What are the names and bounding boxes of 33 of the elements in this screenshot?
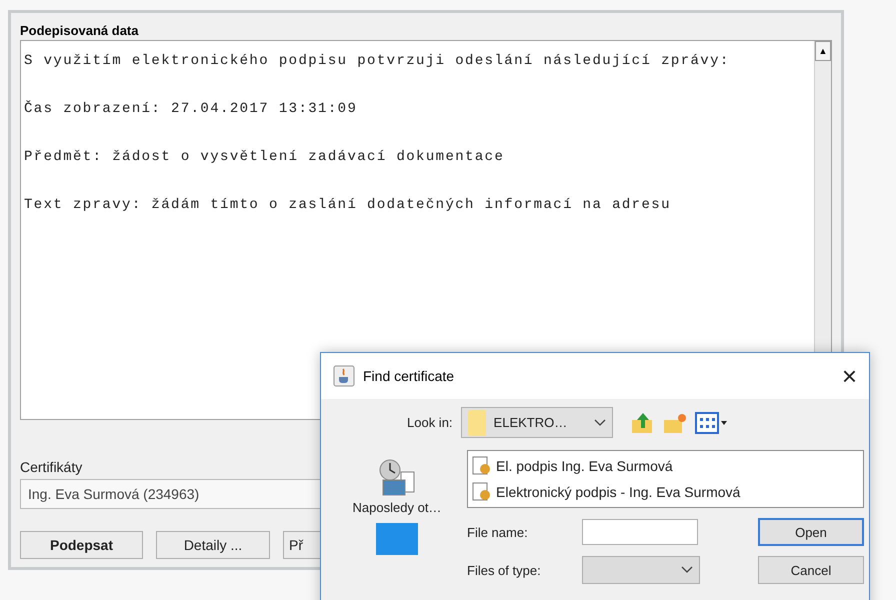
file-item[interactable]: Elektronický podpis - Ing. Eva Surmová	[496, 484, 740, 500]
open-button[interactable]: Open	[758, 518, 864, 546]
dialog-button[interactable]: Podepsat	[20, 531, 143, 559]
section-title: Podepisovaná data	[20, 23, 140, 38]
message-line: Předmět: žádost o vysvětlení zadávací dokumentace	[24, 149, 504, 165]
look-in-dropdown[interactable]: ELEKTRO…	[460, 407, 613, 438]
clock-document-icon	[376, 458, 417, 498]
caret-icon	[681, 566, 693, 574]
files-of-type-dropdown[interactable]	[582, 556, 700, 584]
certificate-icon	[472, 456, 492, 476]
caret-icon	[594, 418, 606, 426]
dialog-button[interactable]: Detaily ...	[156, 531, 270, 559]
file-name-field[interactable]	[582, 519, 698, 545]
look-in-label: Look in:	[407, 415, 453, 430]
certificates-label: Certifikáty	[20, 459, 82, 475]
place-shortcut[interactable]: Naposledy ot…	[352, 458, 442, 515]
file-name-label: File name:	[467, 524, 529, 540]
files-of-type-label: Files of type:	[467, 562, 542, 578]
close-button[interactable]: ×	[842, 363, 857, 389]
folder-icon	[468, 410, 486, 436]
file-item[interactable]: El. podpis Ing. Eva Surmová	[496, 458, 673, 474]
scroll-up-button[interactable]: ▲	[815, 41, 831, 61]
view-menu-icon[interactable]	[694, 412, 727, 434]
cancel-button[interactable]: Cancel	[758, 556, 864, 584]
message-line: Text zpravy: žádám tímto o zaslání dodatečných informací na adresu	[24, 197, 671, 213]
new-folder-icon[interactable]	[662, 412, 687, 434]
message-line: Čas zobrazení: 27.04.2017 13:31:09	[24, 101, 358, 117]
dialog-title: Find certificate	[363, 368, 456, 384]
certificate-icon	[472, 482, 492, 502]
java-cup-icon	[333, 365, 355, 387]
folder-up-icon[interactable]	[630, 412, 655, 434]
desktop-icon	[376, 523, 418, 555]
message-line: S využitím elektronického podpisu potvrzuji odeslání následující zprávy:	[24, 53, 730, 69]
